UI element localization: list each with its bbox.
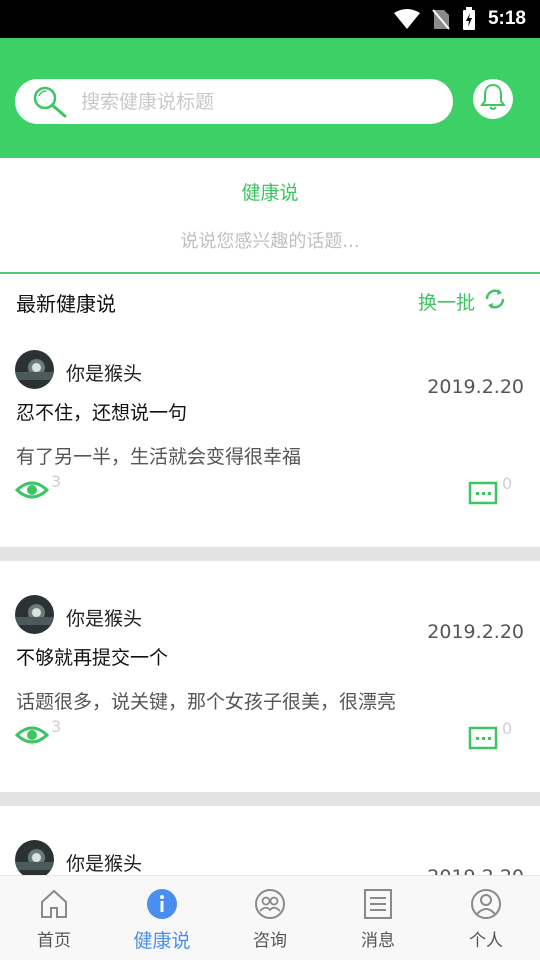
search-input[interactable] bbox=[81, 87, 431, 117]
post-card[interactable]: 你是猴头 2019.2.20 bbox=[0, 830, 540, 875]
topic-subtitle[interactable]: 说说您感兴趣的话题... bbox=[0, 227, 540, 253]
post-date: 2019.2.20 bbox=[427, 376, 524, 398]
comment-button[interactable]: 0 bbox=[468, 474, 512, 510]
wifi-icon bbox=[393, 9, 420, 29]
refresh-icon bbox=[483, 287, 507, 316]
tab-label: 咨询 bbox=[253, 931, 287, 951]
post-title: 忍不住，还想说一句 bbox=[16, 402, 188, 424]
post-body: 有了另一半，生活就会变得很幸福 bbox=[16, 446, 302, 468]
post-separator bbox=[0, 792, 540, 806]
search-icon bbox=[31, 85, 71, 123]
refresh-label: 换一批 bbox=[418, 292, 476, 314]
refresh-button[interactable]: 换一批 bbox=[418, 287, 507, 316]
status-time: 5:18 bbox=[487, 8, 526, 29]
message-list-icon bbox=[363, 888, 393, 924]
post-author: 你是猴头 bbox=[66, 608, 143, 630]
user-icon bbox=[470, 888, 502, 924]
post-views: 3 bbox=[14, 472, 61, 506]
comment-count: 0 bbox=[502, 474, 513, 493]
info-icon bbox=[146, 888, 178, 924]
eye-icon bbox=[14, 723, 50, 751]
status-bar: 5:18 bbox=[0, 0, 540, 38]
section-divider bbox=[0, 272, 540, 274]
tab-label: 首页 bbox=[37, 931, 71, 951]
tab-messages[interactable]: 消息 bbox=[324, 876, 432, 960]
post-card[interactable]: 你是猴头 2019.2.20 不够就再提交一个 话题很多，说关键，那个女孩子很美… bbox=[0, 585, 540, 789]
comment-button[interactable]: 0 bbox=[468, 719, 512, 755]
view-count: 3 bbox=[51, 717, 62, 736]
post-separator bbox=[0, 547, 540, 561]
post-author: 你是猴头 bbox=[66, 363, 143, 385]
post-card[interactable]: 你是猴头 2019.2.20 忍不住，还想说一句 有了另一半，生活就会变得很幸福… bbox=[0, 340, 540, 544]
tab-label: 消息 bbox=[361, 931, 395, 951]
tab-label: 个人 bbox=[469, 931, 503, 951]
topic-title[interactable]: 健康说 bbox=[0, 178, 540, 205]
comment-icon bbox=[468, 480, 498, 510]
notification-button[interactable] bbox=[473, 79, 513, 119]
tab-consult[interactable]: 咨询 bbox=[216, 876, 324, 960]
post-title: 不够就再提交一个 bbox=[16, 647, 169, 669]
avatar[interactable] bbox=[15, 840, 54, 875]
header bbox=[0, 38, 540, 158]
section-title: 最新健康说 bbox=[16, 292, 116, 316]
post-date: 2019.2.20 bbox=[427, 866, 524, 875]
home-icon bbox=[39, 888, 69, 924]
comment-icon bbox=[468, 725, 498, 755]
post-views: 3 bbox=[14, 717, 61, 751]
consult-icon bbox=[254, 888, 286, 924]
tab-label: 健康说 bbox=[133, 930, 191, 952]
post-author: 你是猴头 bbox=[66, 853, 143, 875]
bottom-tab-bar: 首页 健康说 咨询 消息 个人 bbox=[0, 875, 540, 960]
comment-count: 0 bbox=[502, 719, 513, 738]
post-date: 2019.2.20 bbox=[427, 621, 524, 643]
post-body: 话题很多，说关键，那个女孩子很美，很漂亮 bbox=[16, 691, 397, 713]
battery-charging-icon bbox=[462, 7, 476, 31]
search-box[interactable] bbox=[15, 79, 453, 124]
tab-home[interactable]: 首页 bbox=[0, 876, 108, 960]
eye-icon bbox=[14, 478, 50, 506]
no-sim-icon bbox=[432, 8, 450, 30]
bell-icon bbox=[479, 82, 507, 116]
avatar[interactable] bbox=[15, 595, 54, 634]
avatar[interactable] bbox=[15, 350, 54, 389]
tab-profile[interactable]: 个人 bbox=[432, 876, 540, 960]
tab-health-talk[interactable]: 健康说 bbox=[108, 876, 216, 960]
view-count: 3 bbox=[51, 472, 62, 491]
